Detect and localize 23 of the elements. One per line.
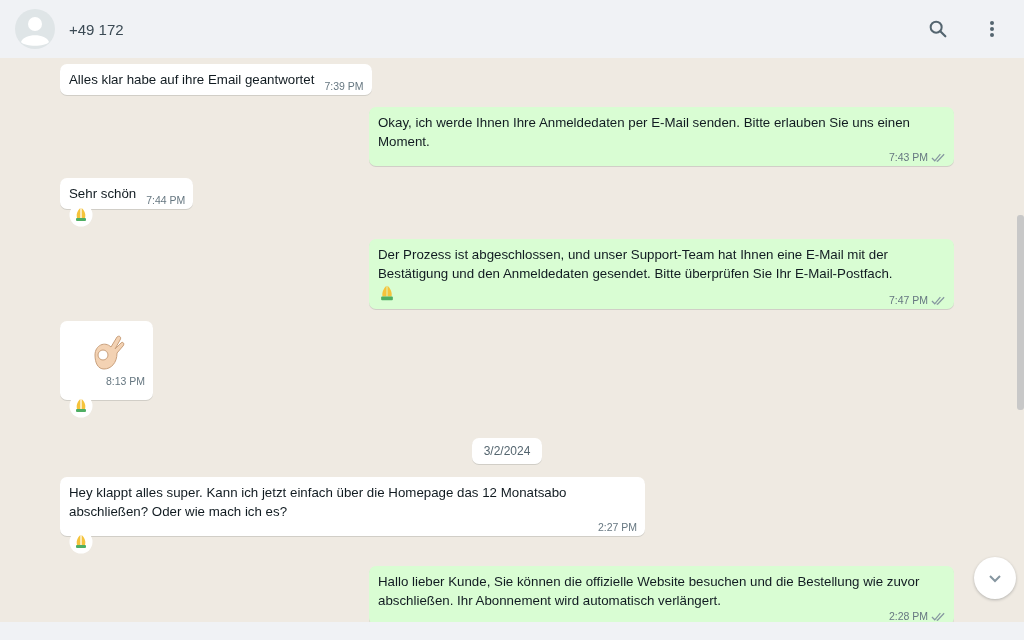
message-time: 8:13 PM	[105, 375, 145, 387]
message-text: Hey klappt alles super. Kann ich jetzt einfach über die Homepage das 12 Monatsabo abschließen? Oder wie mach ich es?	[69, 484, 568, 521]
menu-icon[interactable]	[989, 20, 995, 38]
message-text: Okay, ich werde Ihnen Ihre Anmeldedaten per E-Mail senden. Bitte erlauben Sie uns einen Moment.	[378, 114, 911, 151]
search-icon[interactable]	[927, 18, 949, 40]
double-check-icon	[931, 294, 946, 306]
scroll-down-button[interactable]	[974, 557, 1016, 599]
message-time: 7:47 PM	[888, 294, 928, 306]
praying-hands-icon	[378, 283, 396, 303]
message-text: Hallo lieber Kunde, Sie können die offizielle Website besuchen und die Bestellung wie zuvor abschließen. Ihr Abonnement wird automatisch verlängert.	[378, 573, 921, 610]
message-time: 7:44 PM	[146, 194, 186, 206]
message-time: 2:28 PM	[888, 610, 928, 622]
scrollbar-thumb[interactable]	[1017, 215, 1024, 410]
contact-name[interactable]: +49 172	[69, 20, 124, 38]
message-time: 7:43 PM	[888, 151, 928, 163]
date-chip: 3/2/2024	[471, 438, 543, 464]
message-text: Der Prozess ist abgeschlossen, und unser Support-Team hat Ihnen eine E-Mail mit der Bestätigung und den Anmeldedaten gesendet. Bitte überprüfen Sie Ihr E-Mail-Postfach.	[378, 246, 894, 283]
message-time: 2:27 PM	[597, 521, 637, 533]
message-text: Alles klar habe auf ihre Email geantwortet	[69, 71, 315, 89]
message-text: Sehr schön	[69, 185, 137, 203]
double-check-icon	[931, 610, 946, 622]
double-check-icon	[931, 151, 946, 163]
message-time: 7:39 PM	[324, 80, 364, 92]
